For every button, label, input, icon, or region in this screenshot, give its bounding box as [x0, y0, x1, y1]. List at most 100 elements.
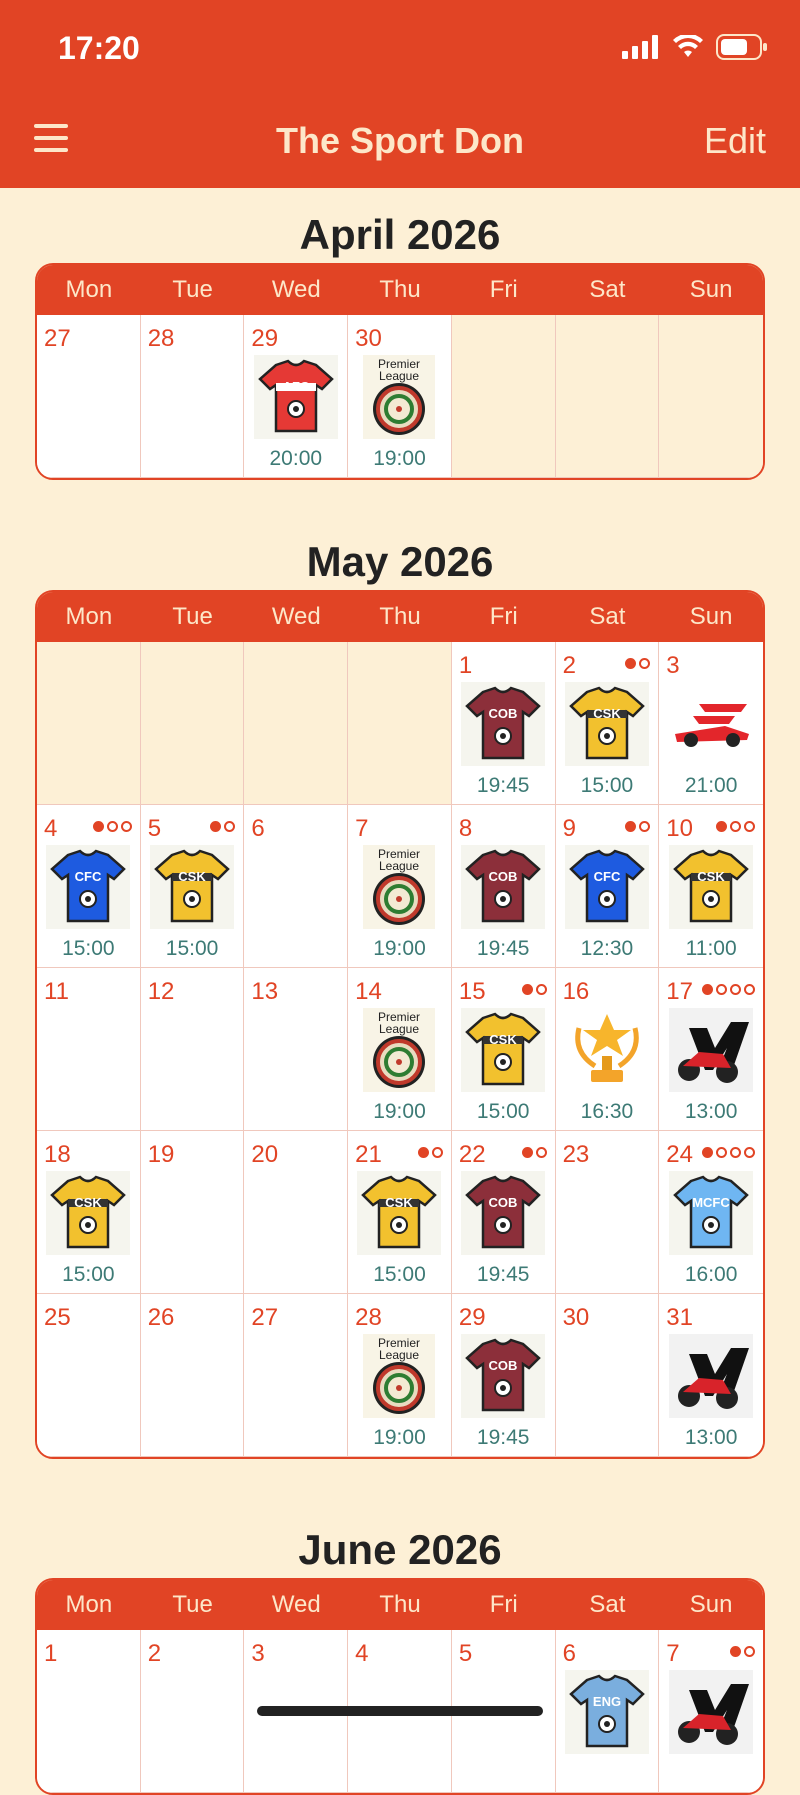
weekday-label: Fri [489, 1591, 518, 1618]
day-cell[interactable]: 19 [140, 1131, 245, 1294]
weekday-label: Fri [489, 276, 518, 303]
maroon-shirt-icon[interactable]: COB [461, 682, 546, 766]
day-cell[interactable]: 12 [140, 968, 245, 1131]
day-cell[interactable]: 5 CSK 15:00 [140, 805, 245, 968]
weekday-label: Mon [65, 603, 113, 630]
month-section: April 2026 Mon Tue Wed Thu Fri Sat Sun 27 28 29 AF… [35, 205, 765, 480]
dot-empty [744, 1147, 755, 1158]
day-cell[interactable]: 23 [555, 1131, 660, 1294]
month-title: June 2026 [298, 1526, 502, 1573]
blue-shirt-icon[interactable]: CFC [46, 845, 131, 929]
svg-text:MCFC: MCFC [692, 1195, 730, 1210]
day-number: 27 [44, 325, 71, 352]
event-time: 21:00 [684, 774, 738, 797]
weekday-label: Sat [589, 276, 626, 303]
day-cell[interactable]: 10 CSK 11:00 [659, 805, 763, 968]
weekday-label: Thu [379, 603, 421, 630]
weekday-label: Wed [271, 603, 321, 630]
day-cell[interactable]: 17 13:00 [659, 968, 763, 1131]
day-cell[interactable]: 15 CSK 15:00 [451, 968, 556, 1131]
day-cell[interactable]: 30 Premier League 19:00 [348, 315, 452, 478]
day-cell[interactable]: 7 [659, 1630, 763, 1793]
day-cell[interactable]: 27 [244, 1294, 349, 1457]
maroon-shirt-icon[interactable]: COB [461, 1334, 546, 1418]
day-cell[interactable]: 6 [244, 805, 349, 968]
darts-board-icon[interactable]: Premier League [357, 1334, 441, 1418]
day-cell[interactable]: 4 CFC 15:00 [37, 805, 141, 968]
maroon-shirt-icon[interactable]: COB [461, 1171, 546, 1255]
motorbike-icon[interactable] [669, 1008, 754, 1092]
day-number: 17 [666, 978, 693, 1005]
day-cell[interactable]: 1 COB 19:45 [451, 642, 556, 805]
day-cell[interactable]: 31 13:00 [659, 1294, 763, 1457]
weekday-label: Fri [489, 603, 518, 630]
day-cell[interactable]: 16 16:30 [555, 968, 660, 1131]
trophy-icon[interactable] [565, 1008, 649, 1092]
day-cell[interactable]: 22 COB 19:45 [451, 1131, 556, 1294]
dot-empty [535, 984, 547, 995]
yellow-shirt-icon[interactable]: CSK [461, 1008, 546, 1092]
light-blue-shirt-icon[interactable]: MCFC [669, 1171, 754, 1255]
day-number: 6 [251, 815, 265, 842]
darts-board-icon[interactable]: Premier League [357, 1008, 441, 1092]
day-cell[interactable]: 8 COB 19:45 [451, 805, 556, 968]
edit-button[interactable]: Edit [704, 120, 766, 162]
svg-text:CFC: CFC [75, 869, 102, 884]
day-number: 30 [562, 1304, 590, 1331]
day-number: 2 [147, 1640, 162, 1667]
yellow-shirt-icon[interactable]: CSK [669, 845, 754, 929]
day-cell[interactable]: 2 CSK 15:00 [555, 642, 660, 805]
day-cell[interactable]: 28 [140, 315, 245, 478]
month-calendar: Mon Tue Wed Thu Fri Sat Sun 27 28 29 AFC 20:00 30 … [35, 263, 765, 480]
empty-day-cell [348, 642, 452, 805]
event-time: 15:00 [62, 1263, 115, 1286]
motorbike-icon[interactable] [669, 1334, 754, 1418]
weekday-label: Sun [689, 276, 733, 303]
svg-text:CFC: CFC [594, 869, 621, 884]
blue-shirt-icon[interactable]: CFC [564, 845, 649, 929]
day-cell[interactable]: 3 21:00 [659, 642, 763, 805]
yellow-shirt-icon[interactable]: CSK [46, 1171, 131, 1255]
motorbike-icon[interactable] [669, 1670, 754, 1754]
day-cell[interactable]: 9 CFC 12:30 [555, 805, 660, 968]
f1-car-icon[interactable] [669, 682, 753, 766]
day-cell[interactable]: 29 COB 19:45 [451, 1294, 556, 1457]
darts-board-icon[interactable]: Premier League [357, 845, 441, 929]
darts-board-icon[interactable]: Premier League [357, 355, 441, 439]
dot-filled [730, 1646, 741, 1657]
weekday-label: Sat [589, 1591, 626, 1618]
weekday-header: Mon Tue Wed Thu Fri Sat Sun [37, 592, 763, 642]
day-cell[interactable]: 11 [37, 968, 141, 1131]
yellow-shirt-icon[interactable]: CSK [150, 845, 235, 929]
empty-day-cell [451, 315, 556, 478]
maroon-shirt-icon[interactable]: COB [461, 845, 546, 929]
day-cell[interactable]: 2 [140, 1630, 245, 1793]
day-cell[interactable]: 25 [37, 1294, 141, 1457]
day-cell[interactable]: 13 [244, 968, 349, 1131]
day-cell[interactable]: 14 Premier League 19:00 [348, 968, 452, 1131]
day-cell[interactable]: 30 [555, 1294, 660, 1457]
eng-shirt-icon[interactable]: ENG [564, 1670, 649, 1754]
day-cell[interactable]: 18 CSK 15:00 [37, 1131, 141, 1294]
event-time: 19:00 [373, 937, 426, 960]
arsenal-shirt-icon[interactable]: AFC [253, 355, 338, 439]
dot-empty [120, 821, 132, 832]
event-count-dots [521, 1147, 547, 1158]
day-cell[interactable]: 6 ENG [555, 1630, 660, 1793]
event-count-dots [625, 658, 651, 669]
day-cell[interactable]: 20 [244, 1131, 349, 1294]
day-number: 27 [251, 1304, 279, 1331]
yellow-shirt-icon[interactable]: CSK [564, 682, 649, 766]
event-time: 19:45 [476, 937, 530, 960]
svg-text:CSK: CSK [386, 1195, 414, 1210]
day-cell[interactable]: 24 MCFC 16:00 [659, 1131, 763, 1294]
day-cell[interactable]: 7 Premier League 19:00 [348, 805, 452, 968]
day-cell[interactable]: 21 CSK 15:00 [348, 1131, 452, 1294]
day-cell[interactable]: 1 [37, 1630, 141, 1793]
day-cell[interactable]: 26 [140, 1294, 245, 1457]
weekday-header: Mon Tue Wed Thu Fri Sat Sun [37, 265, 763, 315]
yellow-shirt-icon[interactable]: CSK [357, 1171, 442, 1255]
day-cell[interactable]: 27 [37, 315, 141, 478]
day-cell[interactable]: 28 Premier League 19:00 [348, 1294, 452, 1457]
day-cell[interactable]: 29 AFC 20:00 [244, 315, 349, 478]
